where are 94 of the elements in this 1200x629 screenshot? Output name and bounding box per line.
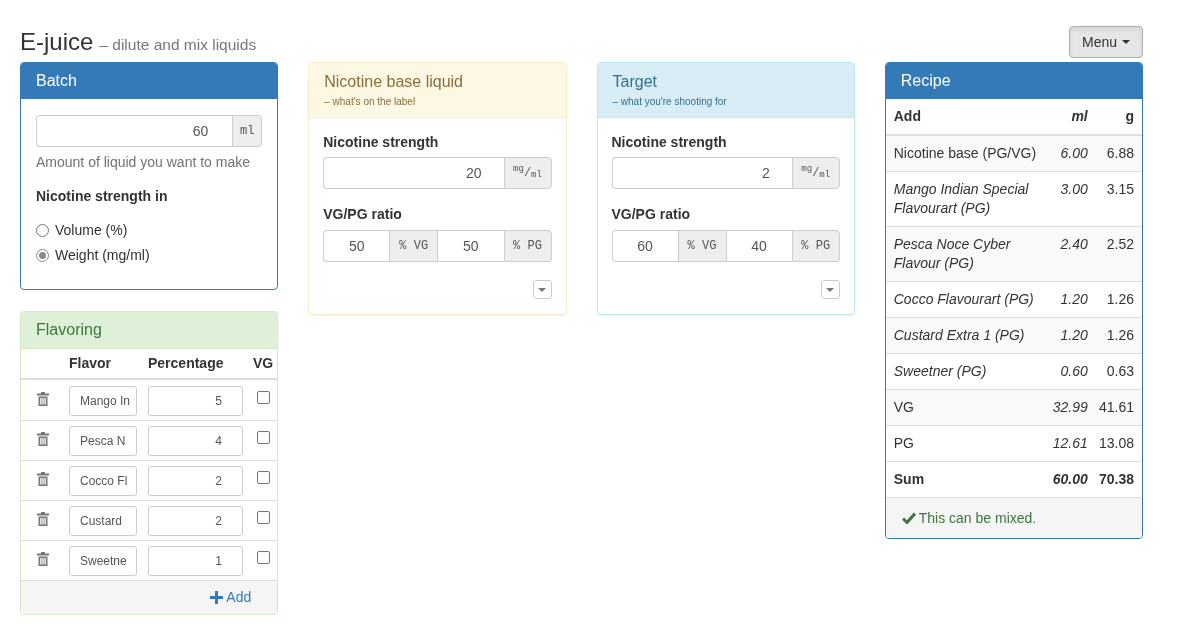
gram-value: 1.26 <box>1106 327 1134 343</box>
status-message: This can be mixed. <box>918 508 1037 528</box>
trash-icon[interactable] <box>37 512 49 526</box>
unit-addon: % VG <box>677 230 727 262</box>
gram-value: 13.08 <box>1098 435 1134 451</box>
unit-addon: $^{mg}$/$_{ml}$ <box>503 157 552 189</box>
panel-title: Target <box>612 72 658 92</box>
column-header: Add <box>893 108 921 124</box>
panel-title: Batch <box>36 70 77 91</box>
ml-value: 1.20 <box>1060 291 1088 307</box>
field-label: Nicotine strength <box>611 133 728 152</box>
gram-value: 0.63 <box>1106 363 1134 379</box>
column-header: VG <box>253 355 274 371</box>
menu-button[interactable]: Menu <box>1068 26 1143 58</box>
caret-icon <box>538 287 546 292</box>
check-icon <box>901 512 916 524</box>
amount-input[interactable]: 60 <box>36 115 233 147</box>
column-header: Percentage <box>148 355 224 371</box>
ml-value: 1.20 <box>1060 327 1088 343</box>
unit-addon: % PG <box>503 230 552 262</box>
unit-addon: ml <box>232 115 263 147</box>
strength-input[interactable]: 20 <box>323 157 504 189</box>
ingredient-name: PG <box>893 435 914 451</box>
ingredient-name: Sum <box>893 471 925 487</box>
trash-icon[interactable] <box>37 392 49 406</box>
percentage-input[interactable]: 2 <box>148 506 243 536</box>
pg-input[interactable]: 50 <box>438 230 504 262</box>
plus-icon <box>210 591 224 604</box>
gram-value: 2.52 <box>1106 236 1134 252</box>
panel-title: Nicotine base liquid <box>324 72 464 92</box>
radio-option[interactable]: Volume (%) <box>36 220 128 240</box>
expand-button[interactable] <box>532 280 552 299</box>
panel-subtitle: – what you're shooting for <box>612 95 728 108</box>
add-link[interactable]: Add <box>210 587 252 608</box>
vg-input[interactable]: 60 <box>611 230 678 262</box>
ingredient-name: Pesca Noce Cyber Flavour (PG) <box>893 236 1011 271</box>
checkbox[interactable] <box>257 471 270 484</box>
checkbox[interactable] <box>257 511 270 524</box>
ml-value: 2.40 <box>1060 236 1088 252</box>
ingredient-name: Cocco Flavourart (PG) <box>893 291 1034 307</box>
ml-value: 12.61 <box>1052 435 1088 451</box>
trash-icon[interactable] <box>37 432 49 446</box>
column-header: g <box>1125 108 1134 124</box>
ingredient-name: Mango Indian Special Flavourart (PG) <box>893 181 1029 216</box>
flavor-input[interactable]: Mango In <box>69 386 137 416</box>
ingredient-name: Sweetner (PG) <box>893 363 987 379</box>
percentage-input[interactable]: 5 <box>148 386 243 416</box>
panel-subtitle: – what's on the label <box>324 95 417 108</box>
gram-value: 3.15 <box>1106 181 1134 197</box>
caret-icon <box>1122 40 1130 44</box>
flavor-input[interactable]: Sweetne <box>69 546 137 576</box>
field-label: VG/PG ratio <box>611 205 692 224</box>
flavor-input[interactable]: Custard <box>69 506 137 536</box>
checkbox[interactable] <box>257 391 270 404</box>
gram-value: 1.26 <box>1106 291 1134 307</box>
flavor-input[interactable]: Pesca N <box>69 426 137 456</box>
pg-input[interactable]: 40 <box>726 230 792 262</box>
unit-addon: % PG <box>791 230 840 262</box>
percentage-input[interactable]: 1 <box>148 546 243 576</box>
vg-input[interactable]: 50 <box>323 230 390 262</box>
ml-value: 32.99 <box>1052 399 1088 415</box>
panel-title: Flavoring <box>36 320 102 340</box>
ml-value: 3.00 <box>1060 181 1088 197</box>
gram-value: 41.61 <box>1098 399 1134 415</box>
help-text: Amount of liquid you want to make <box>36 153 251 172</box>
field-label: VG/PG ratio <box>323 205 403 224</box>
field-label: Nicotine strength <box>323 133 440 152</box>
trash-icon[interactable] <box>37 552 49 566</box>
trash-icon[interactable] <box>37 472 49 486</box>
column-header: Flavor <box>69 355 111 371</box>
percentage-input[interactable]: 2 <box>148 466 243 496</box>
radio-option[interactable]: Weight (mg/ml) <box>36 245 150 265</box>
expand-button[interactable] <box>820 280 840 299</box>
checkbox[interactable] <box>257 551 270 564</box>
field-label: Nicotine strength in <box>36 187 169 206</box>
ml-value: 6.00 <box>1060 145 1088 161</box>
checkbox[interactable] <box>257 431 270 444</box>
ml-value: 60.00 <box>1052 471 1088 487</box>
unit-addon: $^{mg}$/$_{ml}$ <box>791 157 840 189</box>
strength-input[interactable]: 2 <box>611 157 792 189</box>
ingredient-name: VG <box>893 399 914 415</box>
ml-value: 0.60 <box>1060 363 1088 379</box>
gram-value: 6.88 <box>1106 145 1134 161</box>
flavor-input[interactable]: Cocco Fl <box>69 466 137 496</box>
page-subtitle: – dilute and mix liquids <box>99 35 257 55</box>
panel-title: Recipe <box>900 70 951 91</box>
column-header: ml <box>1071 108 1088 124</box>
percentage-input[interactable]: 4 <box>148 426 243 456</box>
ingredient-name: Custard Extra 1 (PG) <box>893 327 1025 343</box>
unit-addon: % VG <box>389 230 439 262</box>
ingredient-name: Nicotine base (PG/VG) <box>893 145 1037 161</box>
page-title: E-juice <box>20 27 94 57</box>
caret-icon <box>826 287 835 292</box>
gram-value: 70.38 <box>1098 471 1134 487</box>
